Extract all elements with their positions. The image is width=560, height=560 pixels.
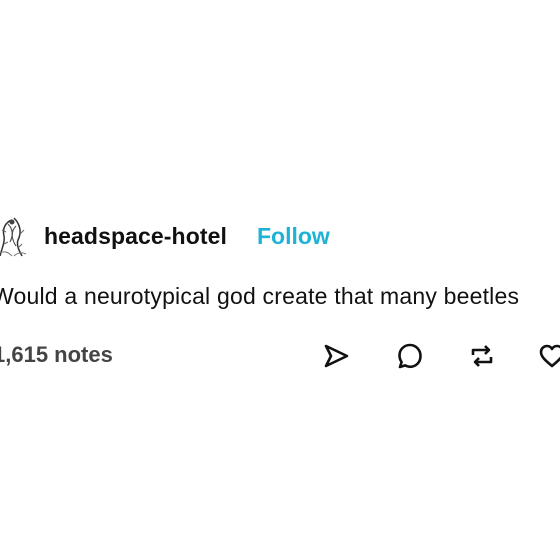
tumblr-post: headspace-hotel Follow Would a neurotypi… [0, 0, 560, 560]
reply-button[interactable] [394, 340, 426, 372]
username[interactable]: headspace-hotel [44, 223, 227, 250]
post-footer: 1,615 notes [0, 336, 560, 376]
post-body-text: Would a neurotypical god create that man… [0, 283, 520, 309]
avatar-image [0, 214, 32, 258]
avatar[interactable] [0, 214, 32, 258]
follow-button[interactable]: Follow [257, 223, 330, 250]
post-header: headspace-hotel Follow [0, 212, 330, 260]
share-button[interactable] [320, 340, 352, 372]
heart-icon [539, 344, 560, 368]
like-button[interactable] [536, 340, 560, 372]
reply-icon [398, 343, 422, 369]
notes-count[interactable]: 1,615 notes [0, 342, 113, 368]
reblog-icon [471, 345, 493, 367]
reblog-button[interactable] [466, 340, 498, 372]
share-icon [324, 344, 349, 368]
